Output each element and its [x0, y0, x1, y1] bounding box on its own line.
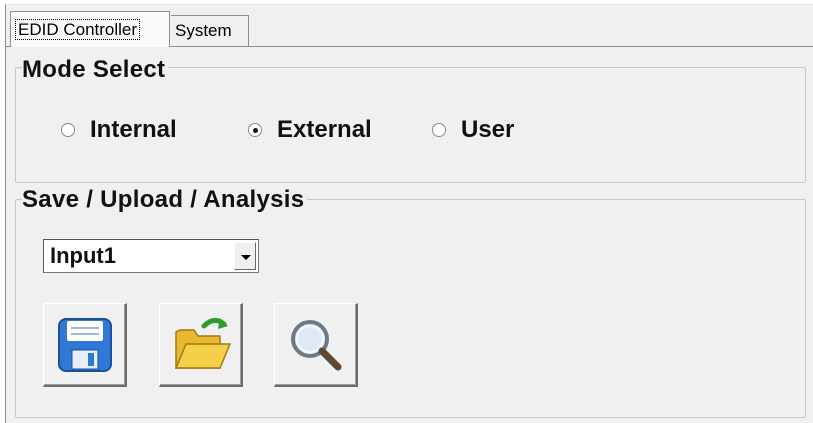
save-button[interactable] — [43, 303, 127, 387]
input-select-dropdown[interactable]: Input1 — [43, 239, 259, 273]
tab-edid-controller[interactable]: EDID Controller — [10, 11, 170, 47]
mode-select-title: Mode Select — [22, 56, 169, 84]
edid-window: EDID Controller System Mode Select Inter… — [5, 4, 813, 423]
radio-external[interactable]: External — [248, 115, 372, 145]
tab-system[interactable]: System — [171, 15, 249, 46]
upload-button[interactable] — [159, 303, 243, 387]
analysis-button[interactable] — [274, 303, 358, 387]
radio-user-circle[interactable] — [432, 123, 446, 137]
radio-external-circle[interactable] — [248, 123, 262, 137]
radio-internal-label: Internal — [90, 116, 177, 143]
tab-strip: EDID Controller System — [6, 5, 813, 47]
tab-system-label: System — [175, 21, 232, 40]
radio-internal[interactable]: Internal — [61, 115, 177, 145]
input-select-value: Input1 — [50, 243, 116, 268]
magnifier-icon — [291, 320, 342, 371]
chevron-down-icon[interactable] — [234, 242, 256, 270]
tab-edid-controller-label: EDID Controller — [15, 19, 141, 40]
save-upload-analysis-title: Save / Upload / Analysis — [22, 186, 308, 214]
radio-external-label: External — [277, 116, 372, 143]
radio-internal-circle[interactable] — [61, 123, 75, 137]
floppy-disk-icon — [58, 318, 112, 372]
radio-user[interactable]: User — [432, 115, 514, 145]
open-folder-icon — [174, 318, 232, 369]
save-upload-analysis-group — [15, 199, 806, 418]
radio-user-label: User — [461, 116, 515, 143]
